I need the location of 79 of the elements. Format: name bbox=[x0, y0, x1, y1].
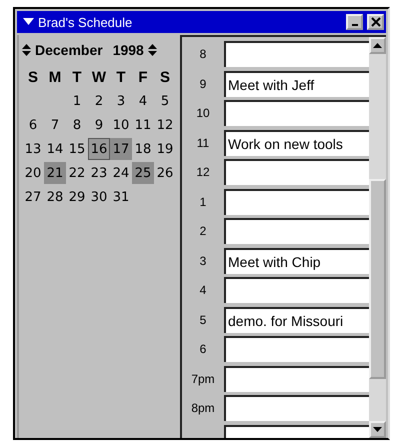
weekday-label: W bbox=[90, 68, 108, 88]
hour-label: 2 bbox=[200, 224, 206, 238]
hour-label: 11 bbox=[196, 136, 210, 150]
appointment-field[interactable] bbox=[224, 188, 369, 215]
hour-label: 8pm bbox=[191, 401, 215, 416]
appointment-field[interactable] bbox=[224, 159, 369, 186]
calendar-day[interactable]: 29 bbox=[66, 186, 88, 208]
hour-label: 5 bbox=[200, 312, 206, 327]
calendar-day[interactable]: 3 bbox=[110, 90, 132, 112]
up-arrow-icon bbox=[373, 43, 382, 48]
hour-label: 8 bbox=[200, 47, 206, 62]
weekday-label: S bbox=[26, 68, 39, 88]
calendar-day[interactable]: 4 bbox=[132, 90, 154, 112]
hour-label: 3 bbox=[200, 254, 206, 268]
calendar-day[interactable]: 17 bbox=[110, 138, 132, 160]
calendar-day[interactable]: 26 bbox=[154, 162, 176, 184]
calendar-day[interactable]: 25 bbox=[132, 162, 154, 184]
scroll-up-button[interactable] bbox=[369, 37, 386, 54]
scrollbar[interactable] bbox=[369, 37, 386, 438]
month-label: December bbox=[35, 42, 103, 58]
hour-label: 9 bbox=[200, 76, 206, 91]
weekday-label: S bbox=[158, 68, 171, 88]
month-spinner-icon[interactable] bbox=[22, 44, 31, 56]
calendar-day[interactable]: 21 bbox=[44, 162, 66, 184]
calendar-day[interactable]: 18 bbox=[132, 138, 154, 160]
appointment-field[interactable] bbox=[224, 218, 369, 244]
calendar-day[interactable]: 1 bbox=[66, 90, 88, 112]
calendar-day[interactable]: 19 bbox=[154, 138, 176, 160]
appointment-field[interactable] bbox=[224, 336, 369, 362]
calendar-day[interactable]: 28 bbox=[44, 186, 66, 208]
calendar-day[interactable]: 14 bbox=[44, 138, 66, 160]
appointment-field[interactable]: Meet with Chip bbox=[224, 248, 369, 274]
calendar-day[interactable]: 24 bbox=[110, 162, 132, 184]
calendar-day[interactable]: 13 bbox=[22, 138, 44, 160]
calendar-day[interactable]: 11 bbox=[132, 114, 154, 136]
appointment-field[interactable]: demo. for Missouri bbox=[224, 306, 369, 333]
appointment-field[interactable]: Meet with Jeff bbox=[224, 70, 369, 97]
calendar-day[interactable]: 23 bbox=[88, 162, 110, 184]
close-icon bbox=[370, 17, 380, 27]
calendar-day[interactable]: 22 bbox=[66, 162, 88, 184]
close-button[interactable] bbox=[367, 14, 384, 30]
calendar-day[interactable]: 9 bbox=[88, 114, 110, 136]
calendar-day[interactable]: 2 bbox=[88, 90, 110, 112]
weekday-label: M bbox=[48, 68, 62, 88]
weekday-label: F bbox=[137, 68, 149, 88]
window-title: Brad's Schedule bbox=[38, 14, 132, 30]
appointment-field[interactable] bbox=[224, 366, 369, 392]
scrollbar-thumb[interactable] bbox=[369, 179, 386, 379]
appointment-field[interactable]: Work on new tools bbox=[224, 130, 369, 156]
calendar-day[interactable]: 10 bbox=[110, 114, 132, 136]
calendar-day[interactable]: 6 bbox=[22, 114, 44, 136]
minimize-button[interactable] bbox=[346, 14, 363, 30]
hour-label: 1 bbox=[200, 194, 206, 209]
appointment-field[interactable] bbox=[224, 395, 369, 422]
year-label: 1998 bbox=[112, 42, 144, 58]
down-arrow-icon bbox=[373, 427, 382, 432]
calendar-day[interactable]: 8 bbox=[66, 114, 88, 136]
calendar-day[interactable]: 30 bbox=[88, 186, 110, 208]
appointment-field[interactable] bbox=[224, 41, 369, 68]
calendar-day[interactable]: 31 bbox=[110, 186, 132, 208]
appointment-field[interactable] bbox=[224, 100, 369, 126]
calendar-day[interactable]: 7 bbox=[44, 114, 66, 136]
calendar-day[interactable]: 15 bbox=[66, 138, 88, 160]
hour-label: 4 bbox=[200, 283, 206, 298]
calendar-day[interactable]: 5 bbox=[154, 90, 176, 112]
hour-label: 7pm bbox=[191, 372, 215, 386]
weekday-label: T bbox=[71, 68, 83, 88]
weekday-label: T bbox=[115, 68, 127, 88]
calendar-day[interactable]: 16 bbox=[88, 138, 110, 160]
calendar-day[interactable]: 20 bbox=[22, 162, 44, 184]
hour-label: 6 bbox=[200, 342, 206, 356]
appointment-field[interactable] bbox=[224, 277, 369, 304]
hour-label: 10 bbox=[196, 106, 210, 120]
hour-label: 12 bbox=[196, 165, 210, 180]
dropdown-triangle-icon[interactable] bbox=[23, 18, 34, 26]
year-spinner-icon[interactable] bbox=[148, 44, 157, 56]
calendar-day[interactable]: 27 bbox=[22, 186, 44, 208]
calendar-day[interactable]: 12 bbox=[154, 114, 176, 136]
scroll-down-button[interactable] bbox=[369, 421, 386, 438]
